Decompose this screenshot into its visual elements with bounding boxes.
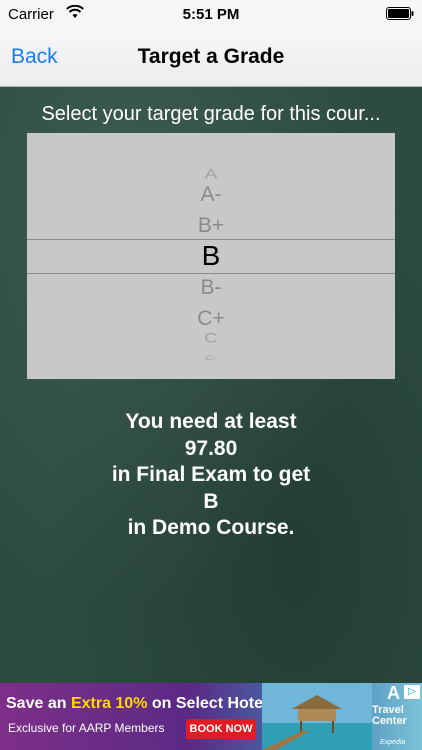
grade-prompt: Select your target grade for this cour..… bbox=[41, 103, 381, 125]
chalkboard-background: Select your target grade for this cour..… bbox=[0, 87, 422, 683]
ad-brand-mark: A bbox=[387, 683, 400, 703]
picker-option[interactable]: C- bbox=[27, 353, 395, 363]
result-required-score: 97.80 bbox=[184, 436, 238, 460]
ad-subline: Exclusive for AARP Members bbox=[8, 721, 165, 735]
ad-book-now-button[interactable]: BOOK NOW bbox=[186, 719, 256, 739]
ad-brand-name: Travel Center bbox=[372, 705, 420, 727]
ad-headline-prefix: Save an bbox=[6, 695, 71, 712]
picker-option-selected[interactable]: B bbox=[27, 239, 395, 273]
result-message: You need at least 97.80 in Final Exam to… bbox=[0, 409, 422, 542]
ad-headline-highlight: Extra 10% bbox=[70, 695, 148, 712]
picker-option[interactable]: B+ bbox=[27, 212, 395, 239]
result-line-course: in Demo Course. bbox=[127, 516, 295, 539]
adchoices-icon[interactable]: ▷ bbox=[404, 685, 420, 699]
beach-hut-image bbox=[262, 683, 372, 750]
picker-option[interactable]: B- bbox=[27, 274, 395, 301]
picker-option[interactable]: C bbox=[27, 329, 395, 348]
page-title: Target a Grade bbox=[137, 45, 285, 68]
ad-banner[interactable]: Save an Extra 10% on Select Hotels! Excl… bbox=[0, 683, 422, 750]
result-line-need: You need at least bbox=[125, 410, 297, 433]
result-line-exam: in Final Exam to get bbox=[111, 463, 311, 486]
ad-brand-line2: Center bbox=[372, 715, 407, 727]
ad-headline: Save an Extra 10% on Select Hotels! bbox=[6, 695, 282, 713]
ad-partner-label: Expedia bbox=[380, 739, 406, 746]
battery-icon bbox=[386, 7, 414, 20]
picker-option[interactable]: A- bbox=[27, 181, 395, 208]
clock: 5:51 PM bbox=[182, 6, 240, 23]
status-bar: Carrier 5:51 PM bbox=[0, 0, 422, 30]
result-target-grade: B bbox=[203, 489, 219, 513]
grade-picker[interactable]: A A- B+ B B- C+ C C- bbox=[27, 133, 395, 379]
navigation-bar: Back Target a Grade bbox=[0, 30, 422, 87]
picker-option[interactable]: C+ bbox=[27, 305, 395, 332]
